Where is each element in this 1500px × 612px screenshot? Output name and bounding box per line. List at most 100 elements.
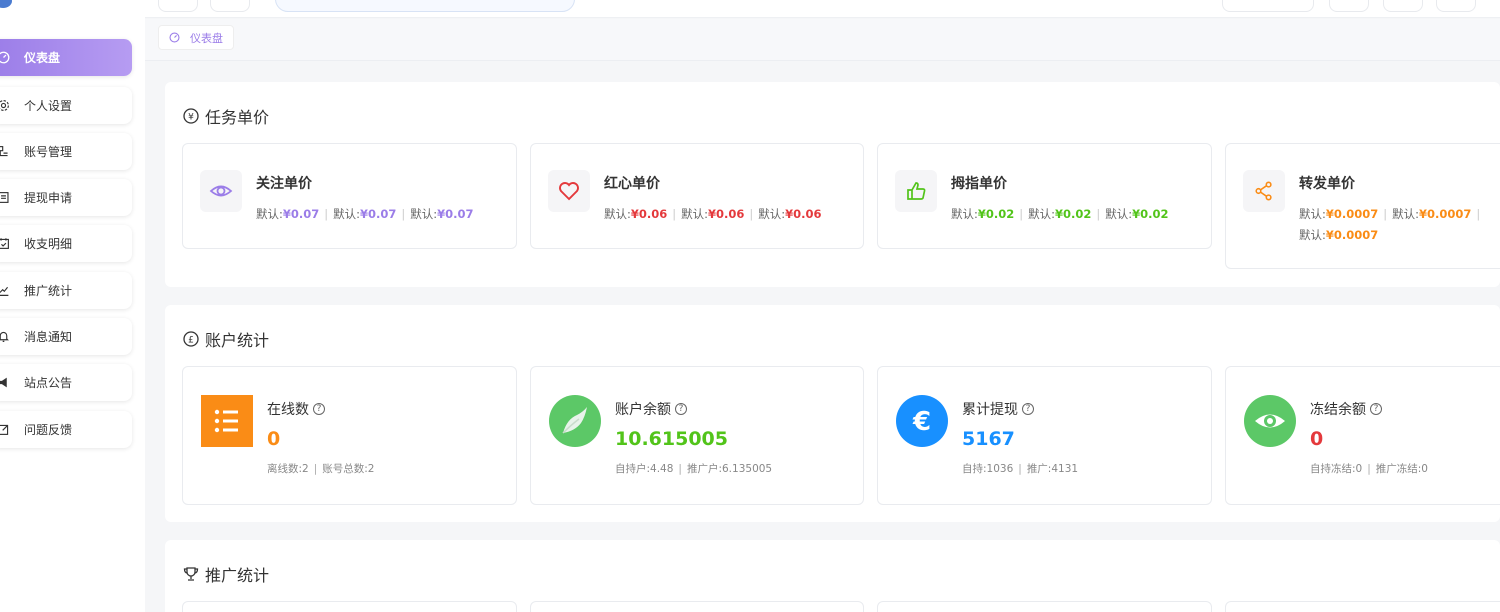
price-card-heart: 红心单价 默认:¥0.06 | 默认:¥0.06 | 默认:¥0.06: [530, 143, 864, 249]
stat-sub: 自持冻结:0 | 推广冻结:0: [1310, 463, 1428, 475]
panel-title: 推广统计: [183, 562, 269, 586]
help-icon[interactable]: ?: [313, 403, 325, 415]
help-icon[interactable]: ?: [1370, 403, 1382, 415]
panel-title: ¥ 任务单价: [183, 104, 269, 128]
withdraw-icon: [0, 191, 10, 205]
users-icon: [0, 145, 10, 159]
sidebar-item-label: 账号管理: [24, 145, 73, 159]
share-icon: [1243, 170, 1285, 212]
trophy-icon: [183, 566, 199, 582]
sidebar-item-label: 推广统计: [24, 284, 73, 298]
sidebar-item-settings[interactable]: 个人设置: [0, 87, 132, 124]
price-card-follow: 关注单价 默认:¥0.07 | 默认:¥0.07 | 默认:¥0.07: [182, 143, 517, 249]
svg-text:¥: ¥: [188, 113, 194, 123]
sidebar-item-accounts[interactable]: 账号管理: [0, 133, 132, 170]
stat-card-online: 在线数? 0 离线数:2 | 账号总数:2: [182, 366, 517, 505]
sidebar-item-label: 消息通知: [24, 330, 73, 344]
promo-card: [530, 601, 864, 612]
stat-title: 账户余额?: [615, 399, 687, 419]
logo: [0, 0, 12, 8]
sidebar-item-label: 站点公告: [24, 376, 73, 390]
megaphone-icon: [0, 376, 10, 390]
fullscreen-button[interactable]: [1329, 0, 1369, 12]
sidebar-item-promotion[interactable]: 推广统计: [0, 272, 132, 309]
sidebar-item-label: 个人设置: [24, 99, 73, 113]
price-card-share: 转发单价 默认:¥0.0007 | 默认:¥0.0007 | 默认:¥0.0007: [1225, 143, 1500, 269]
card-title: 关注单价: [256, 176, 312, 192]
dashboard-icon: [0, 51, 10, 65]
search-input[interactable]: [275, 0, 575, 12]
pound-icon: £: [183, 331, 199, 347]
calendar-icon: [0, 237, 10, 251]
chart-icon: [0, 284, 10, 298]
help-icon[interactable]: ?: [675, 403, 687, 415]
eye-icon: [200, 170, 242, 212]
sidebar-item-label: 仪表盘: [24, 51, 61, 65]
stat-title: 在线数?: [267, 399, 325, 419]
stat-title: 冻结余额?: [1310, 399, 1382, 419]
bird-icon: [549, 395, 601, 447]
gear-icon: [0, 99, 10, 113]
stat-sub: 自持户:4.48 | 推广户:6.135005: [615, 463, 773, 475]
panel-title-text: 任务单价: [205, 108, 270, 127]
card-title: 拇指单价: [951, 176, 1007, 192]
promo-card: [182, 601, 517, 612]
refresh-button[interactable]: [210, 0, 250, 12]
yen-icon: ¥: [183, 108, 199, 124]
tab-label: 仪表盘: [190, 31, 223, 45]
stat-card-balance: 账户余额? 10.615005 自持户:4.48 | 推广户:6.135005: [530, 366, 864, 505]
sidebar-item-label: 提现申请: [24, 191, 73, 205]
price-line: 默认:¥0.02 | 默认:¥0.02 | 默认:¥0.02: [951, 207, 1169, 221]
sidebar-item-label: 收支明细: [24, 237, 73, 251]
sidebar-item-announcements[interactable]: 站点公告: [0, 364, 132, 401]
menu-toggle-button[interactable]: [158, 0, 198, 12]
stat-card-withdrawn: € 累计提现? 5167 自持:1036 | 推广:4131: [877, 366, 1212, 505]
svg-text:£: £: [188, 336, 194, 346]
sidebar-item-feedback[interactable]: 问题反馈: [0, 411, 132, 448]
price-line: 默认:¥0.07 | 默认:¥0.07 | 默认:¥0.07: [256, 207, 474, 221]
svg-text:€: €: [912, 407, 931, 437]
thumbs-up-icon: [895, 170, 937, 212]
euro-icon: €: [896, 395, 948, 447]
card-title: 红心单价: [604, 176, 660, 192]
account-stats-panel: £ 账户统计 在线数? 0 离线数:2 | 账号总数:2 账户余额? 10.6150…: [165, 305, 1500, 522]
promo-stats-panel: 推广统计: [165, 540, 1500, 612]
panel-title-text: 账户统计: [205, 331, 270, 350]
stat-value: 0: [1310, 428, 1324, 450]
price-card-thumbs: 拇指单价 默认:¥0.02 | 默认:¥0.02 | 默认:¥0.02: [877, 143, 1212, 249]
stat-sub: 自持:1036 | 推广:4131: [962, 463, 1079, 475]
help-icon[interactable]: ?: [1022, 403, 1034, 415]
stat-sub: 离线数:2 | 账号总数:2: [267, 463, 375, 475]
sidebar-item-withdraw[interactable]: 提现申请: [0, 179, 132, 216]
sidebar-item-label: 问题反馈: [24, 423, 73, 437]
user-menu-button[interactable]: [1222, 0, 1314, 12]
bell-icon: [0, 330, 10, 344]
tab-dashboard[interactable]: 仪表盘: [158, 25, 234, 50]
promo-card: [877, 601, 1212, 612]
sidebar: 仪表盘 个人设置 账号管理 提现申请 收支明细 推广统计 消息通知 站点公告 问…: [0, 0, 145, 612]
panel-title: £ 账户统计: [183, 327, 269, 351]
settings-button[interactable]: [1436, 0, 1476, 12]
topbar: [145, 0, 1500, 18]
list-icon: [201, 395, 253, 447]
heart-icon: [548, 170, 590, 212]
price-line: 默认:¥0.06 | 默认:¥0.06 | 默认:¥0.06: [604, 207, 822, 221]
price-line: 默认:¥0.0007 | 默认:¥0.0007 | 默认:¥0.0007: [1299, 207, 1481, 242]
sidebar-item-notifications[interactable]: 消息通知: [0, 318, 132, 355]
stat-card-frozen: 冻结余额? 0 自持冻结:0 | 推广冻结:0: [1225, 366, 1500, 505]
sidebar-item-transactions[interactable]: 收支明细: [0, 225, 132, 262]
eye-icon: [1244, 395, 1296, 447]
stat-value: 5167: [962, 428, 1015, 450]
task-prices-panel: ¥ 任务单价 关注单价 默认:¥0.07 | 默认:¥0.07 | 默认:¥0.07 红…: [165, 82, 1500, 287]
stat-value: 0: [267, 428, 281, 450]
stat-value: 10.615005: [615, 428, 728, 450]
edit-icon: [0, 423, 10, 437]
tab-bar: 仪表盘: [145, 19, 1500, 61]
dashboard-icon: [169, 32, 180, 43]
panel-title-text: 推广统计: [205, 566, 270, 585]
card-title: 转发单价: [1299, 176, 1355, 192]
stat-title: 累计提现?: [962, 399, 1034, 419]
sidebar-item-dashboard[interactable]: 仪表盘: [0, 39, 132, 76]
promo-card: [1225, 601, 1500, 612]
notification-button[interactable]: [1383, 0, 1423, 12]
